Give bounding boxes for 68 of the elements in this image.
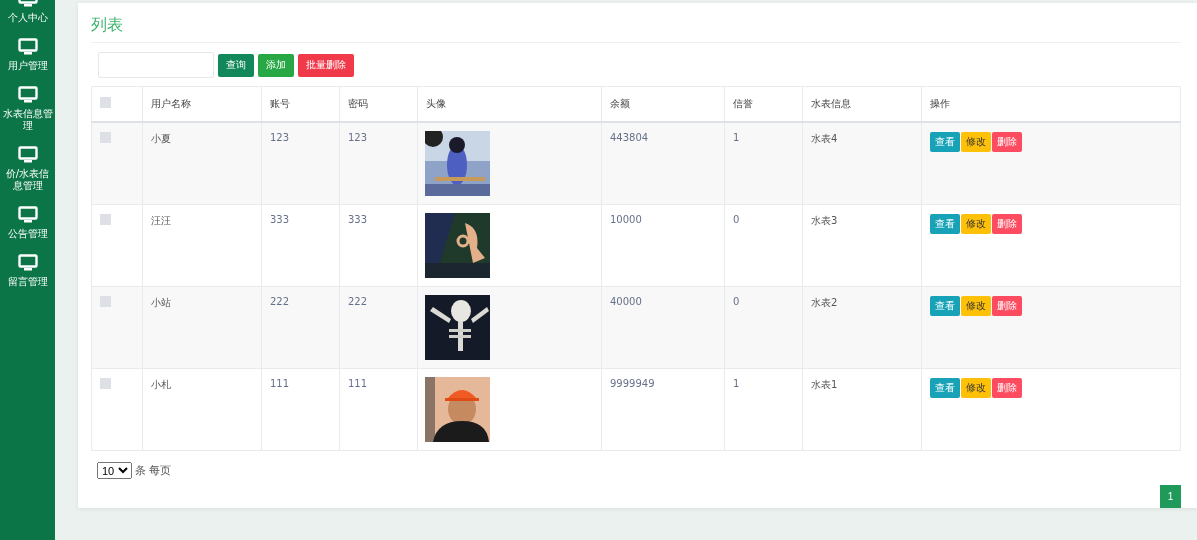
row-checkbox[interactable] — [100, 132, 111, 143]
monitor-icon — [17, 206, 38, 224]
table-cell: 10000 — [610, 214, 642, 225]
page-size-label: 条 每页 — [135, 463, 172, 478]
page-size-select[interactable]: 10 — [97, 462, 132, 479]
column-header: 账号 — [270, 98, 290, 109]
page-button[interactable]: 1 — [1160, 485, 1181, 508]
table-cell: 1 — [733, 378, 740, 389]
column-header: 水表信息 — [811, 98, 851, 109]
sidebar-item[interactable]: 公告管理 — [0, 202, 55, 250]
column-header: 操作 — [930, 98, 950, 109]
table-cell: 小札 — [151, 379, 171, 390]
row-action-button[interactable]: 修改 — [961, 378, 991, 398]
table-cell: 333 — [270, 214, 290, 225]
column-header: 余额 — [610, 98, 630, 109]
table-cell: 443804 — [610, 132, 649, 143]
row-action-button[interactable]: 查看 — [930, 378, 960, 398]
table-cell: 汪汪 — [151, 215, 171, 226]
row-action-button[interactable]: 修改 — [961, 214, 991, 234]
table-cell: 123 — [348, 132, 368, 143]
sidebar-item[interactable]: 个人中心 — [0, 0, 55, 34]
row-action-button[interactable]: 修改 — [961, 296, 991, 316]
monitor-icon — [17, 86, 38, 104]
sidebar-item[interactable]: 水表信息管理 — [0, 82, 55, 142]
table-cell: 小站 — [151, 297, 171, 308]
search-field[interactable] — [98, 52, 214, 78]
row-action-button[interactable]: 修改 — [961, 132, 991, 152]
monitor-icon — [17, 146, 38, 164]
toolbar-button[interactable]: 批量删除 — [298, 53, 354, 77]
table-cell: 222 — [270, 296, 290, 307]
column-header: 头像 — [426, 98, 446, 109]
row-checkbox[interactable] — [100, 214, 111, 225]
row-checkbox[interactable] — [100, 296, 111, 307]
row-checkbox[interactable] — [100, 378, 111, 389]
table-cell: 水表1 — [811, 379, 838, 390]
table-cell: 0 — [733, 214, 740, 225]
column-header: 信誉 — [733, 98, 753, 109]
table-cell: 小夏 — [151, 133, 171, 144]
toolbar-button[interactable]: 添加 — [258, 53, 294, 77]
table-cell: 0 — [733, 296, 740, 307]
row-action-button[interactable]: 删除 — [992, 296, 1022, 316]
row-action-button[interactable]: 查看 — [930, 296, 960, 316]
table-cell: 111 — [270, 378, 290, 389]
table-cell: 1 — [733, 132, 740, 143]
row-action-button[interactable]: 查看 — [930, 214, 960, 234]
sidebar-item[interactable]: 价/水表信息管理 — [0, 142, 55, 202]
table-cell: 9999949 — [610, 378, 655, 389]
row-action-button[interactable]: 查看 — [930, 132, 960, 152]
row-action-button[interactable]: 删除 — [992, 132, 1022, 152]
column-header: 用户名称 — [151, 98, 191, 109]
row-action-button[interactable]: 删除 — [992, 214, 1022, 234]
panel-title: 列表 — [91, 3, 1181, 43]
table-cell: 水表3 — [811, 215, 838, 226]
sidebar-item[interactable]: 留言管理 — [0, 250, 55, 298]
row-action-button[interactable]: 删除 — [992, 378, 1022, 398]
table-cell: 40000 — [610, 296, 642, 307]
toolbar-button[interactable]: 查询 — [218, 53, 254, 77]
sidebar-item[interactable]: 用户管理 — [0, 34, 55, 82]
table-cell: 111 — [348, 378, 368, 389]
table-cell: 123 — [270, 132, 290, 143]
monitor-icon — [17, 38, 38, 56]
table-cell: 333 — [348, 214, 368, 225]
table-cell: 水表4 — [811, 133, 838, 144]
table-cell: 水表2 — [811, 297, 838, 308]
select-all-checkbox[interactable] — [100, 97, 111, 108]
monitor-icon — [17, 254, 38, 272]
table-cell: 222 — [348, 296, 368, 307]
column-header: 密码 — [348, 98, 368, 109]
